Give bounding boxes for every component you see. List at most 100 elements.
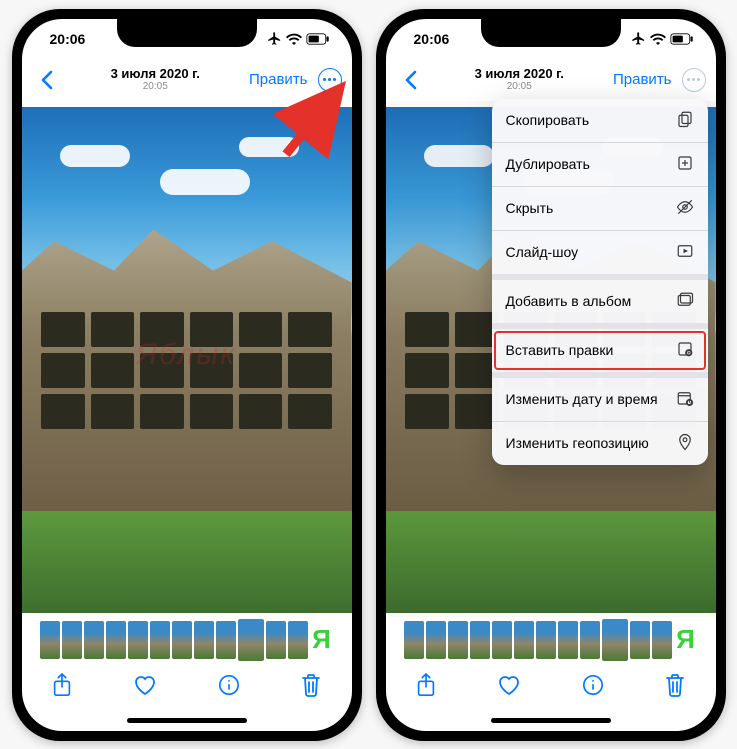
- info-icon: [218, 674, 240, 696]
- menu-item-label: Добавить в альбом: [506, 293, 632, 309]
- menu-item-label: Скрыть: [506, 200, 554, 216]
- nav-bar: 3 июля 2020 г. 20:05 Править: [386, 59, 716, 101]
- more-button[interactable]: [318, 68, 342, 92]
- more-button[interactable]: [682, 68, 706, 92]
- adjust-date-icon: [676, 389, 694, 410]
- edit-button[interactable]: Править: [249, 71, 308, 88]
- menu-item-copy[interactable]: Скопировать: [492, 99, 708, 142]
- nav-title: 3 июля 2020 г. 20:05: [426, 67, 614, 92]
- thumbnail[interactable]: [580, 621, 600, 659]
- thumbnail[interactable]: [216, 621, 236, 659]
- airplane-icon: [267, 31, 282, 46]
- thumbnail[interactable]: [470, 621, 490, 659]
- favorite-button[interactable]: [133, 674, 157, 696]
- home-indicator[interactable]: [22, 711, 352, 731]
- thumbnail[interactable]: [536, 621, 556, 659]
- ellipsis-icon: [323, 78, 336, 81]
- thumbnail[interactable]: [194, 621, 214, 659]
- thumbnail[interactable]: [448, 621, 468, 659]
- menu-item-adjust-date[interactable]: Изменить дату и время: [492, 378, 708, 421]
- thumbnail[interactable]: [172, 621, 192, 659]
- home-indicator[interactable]: [386, 711, 716, 731]
- thumbnail[interactable]: Я: [674, 621, 698, 659]
- thumbnail[interactable]: [492, 621, 512, 659]
- chevron-left-icon: [40, 70, 54, 90]
- thumbnail[interactable]: [404, 621, 424, 659]
- favorite-button[interactable]: [497, 674, 521, 696]
- screen-left: 20:06 3 июля 2020 г. 20:05 Править: [22, 19, 352, 731]
- ellipsis-icon: [687, 78, 700, 81]
- share-icon: [416, 673, 436, 697]
- menu-item-label: Изменить дату и время: [506, 391, 658, 407]
- thumbnail[interactable]: [84, 621, 104, 659]
- thumbnail-strip[interactable]: Я: [386, 617, 716, 663]
- back-button[interactable]: [32, 70, 62, 90]
- slideshow-icon: [676, 242, 694, 263]
- info-button[interactable]: [582, 674, 604, 696]
- adjust-location-icon: [676, 433, 694, 454]
- info-icon: [582, 674, 604, 696]
- menu-item-paste-edits[interactable]: Вставить правки: [492, 329, 708, 372]
- thumbnail[interactable]: [426, 621, 446, 659]
- thumbnail[interactable]: [630, 621, 650, 659]
- status-time: 20:06: [414, 31, 450, 47]
- status-icons: [267, 31, 330, 46]
- thumbnail[interactable]: Я: [310, 621, 334, 659]
- menu-item-add-album[interactable]: Добавить в альбом: [492, 280, 708, 323]
- trash-button[interactable]: [665, 673, 685, 697]
- menu-item-hide[interactable]: Скрыть: [492, 187, 708, 230]
- add-album-icon: [676, 291, 694, 312]
- menu-item-duplicate[interactable]: Дублировать: [492, 143, 708, 186]
- nav-date: 3 июля 2020 г.: [62, 67, 250, 81]
- back-button[interactable]: [396, 70, 426, 90]
- photo: [22, 107, 352, 613]
- notch: [117, 19, 257, 47]
- context-menu: Скопировать Дублировать Скрыть Слайд-шоу Доб…: [492, 99, 708, 465]
- menu-item-label: Изменить геопозицию: [506, 435, 649, 451]
- info-button[interactable]: [218, 674, 240, 696]
- thumbnail-selected[interactable]: [602, 619, 628, 661]
- trash-icon: [665, 673, 685, 697]
- battery-icon: [306, 33, 330, 45]
- menu-item-label: Вставить правки: [506, 342, 614, 358]
- thumbnail[interactable]: [128, 621, 148, 659]
- photo-viewer[interactable]: Яблык: [22, 101, 352, 617]
- airplane-icon: [631, 31, 646, 46]
- thumbnail[interactable]: [266, 621, 286, 659]
- heart-icon: [133, 674, 157, 696]
- thumbnail-selected[interactable]: [238, 619, 264, 661]
- share-button[interactable]: [416, 673, 436, 697]
- thumbnail[interactable]: [514, 621, 534, 659]
- thumbnail[interactable]: [288, 621, 308, 659]
- edit-button[interactable]: Править: [613, 71, 672, 88]
- nav-date: 3 июля 2020 г.: [426, 67, 614, 81]
- phone-right: 20:06 3 июля 2020 г. 20:05 Править: [376, 9, 726, 741]
- thumbnail[interactable]: [150, 621, 170, 659]
- battery-icon: [670, 33, 694, 45]
- thumbnail[interactable]: [106, 621, 126, 659]
- hide-icon: [676, 198, 694, 219]
- nav-title: 3 июля 2020 г. 20:05: [62, 67, 250, 92]
- phone-left: 20:06 3 июля 2020 г. 20:05 Править: [12, 9, 362, 741]
- trash-button[interactable]: [301, 673, 321, 697]
- thumbnail[interactable]: [40, 621, 60, 659]
- menu-item-adjust-location[interactable]: Изменить геопозицию: [492, 422, 708, 465]
- status-time: 20:06: [50, 31, 86, 47]
- nav-subtime: 20:05: [62, 81, 250, 92]
- thumbnail-strip[interactable]: Я: [22, 617, 352, 663]
- thumbnail[interactable]: [558, 621, 578, 659]
- bottom-toolbar: [386, 663, 716, 711]
- share-button[interactable]: [52, 673, 72, 697]
- nav-actions: Править: [249, 68, 342, 92]
- menu-item-slideshow[interactable]: Слайд-шоу: [492, 231, 708, 274]
- thumbnail[interactable]: [652, 621, 672, 659]
- duplicate-icon: [676, 154, 694, 175]
- thumbnail[interactable]: [62, 621, 82, 659]
- nav-actions: Править: [613, 68, 706, 92]
- status-icons: [631, 31, 694, 46]
- nav-subtime: 20:05: [426, 81, 614, 92]
- menu-item-label: Скопировать: [506, 112, 590, 128]
- copy-icon: [676, 110, 694, 131]
- chevron-left-icon: [404, 70, 418, 90]
- paste-edits-icon: [676, 340, 694, 361]
